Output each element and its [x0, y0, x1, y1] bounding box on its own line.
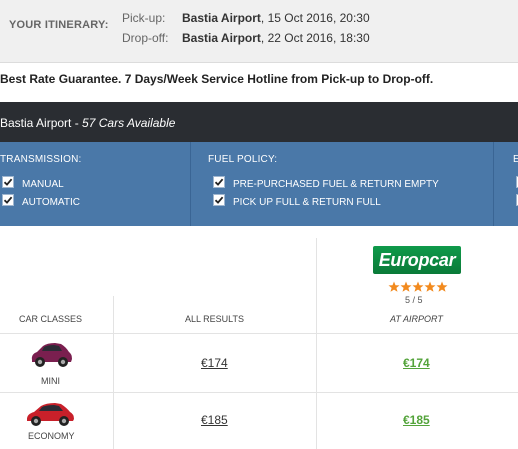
pickup-date: , 15 Oct 2016, 20:30 — [260, 11, 370, 25]
dropoff-date: , 22 Oct 2016, 18:30 — [260, 31, 370, 45]
transmission-title: TRANSMISSION: — [0, 154, 82, 165]
economy-car-icon[interactable] — [24, 399, 76, 429]
column-divider — [113, 296, 114, 449]
filter-label-full-to-full: PICK UP FULL & RETURN FULL — [233, 197, 381, 208]
price-all-mini[interactable]: €174 — [201, 356, 228, 370]
checkbox-prepurchased[interactable] — [213, 176, 225, 188]
pickup-row: Pick-up: Bastia Airport, 15 Oct 2016, 20:… — [122, 11, 370, 25]
car-class-economy: ECONOMY — [28, 431, 75, 441]
itinerary-label: YOUR ITINERARY: — [9, 19, 109, 31]
row-divider — [0, 392, 518, 393]
check-icon — [3, 178, 13, 186]
check-icon — [3, 196, 13, 204]
third-filter: E — [493, 142, 518, 226]
filter-label-prepurchased: PRE-PURCHASED FUEL & RETURN EMPTY — [233, 179, 439, 190]
pickup-key: Pick-up: — [122, 11, 166, 25]
location-name: Bastia Airport — [0, 116, 72, 130]
filter-label-automatic: AUTOMATIC — [22, 197, 80, 208]
location-separator: - — [71, 116, 83, 130]
pickup-location: Bastia Airport — [182, 11, 261, 25]
results-grid: Europcar 5 / 5 CAR CLASSES ALL RESULTS A… — [0, 226, 518, 449]
fuel-policy-filter: FUEL POLICY: PRE-PURCHASED FUEL & RETURN… — [190, 142, 494, 226]
location-summary: Bastia Airport - 57 Cars Available — [0, 116, 175, 130]
itinerary-bar: YOUR ITINERARY: Pick-up: Bastia Airport, … — [0, 0, 518, 63]
dropoff-location: Bastia Airport — [182, 31, 261, 45]
check-icon — [214, 196, 224, 204]
supplier-name: Europcar — [378, 249, 456, 270]
filter-panel: TRANSMISSION: MANUAL AUTOMATIC FUEL POLI… — [0, 142, 518, 226]
dropoff-key: Drop-off: — [122, 31, 169, 45]
rating-stars-icon — [388, 281, 448, 292]
check-icon — [214, 178, 224, 186]
fuel-policy-title: FUEL POLICY: — [208, 154, 278, 165]
filter-option-prepurchased[interactable]: PRE-PURCHASED FUEL & RETURN EMPTY — [213, 176, 439, 190]
car-class-mini: MINI — [41, 376, 60, 386]
column-header-car-classes: CAR CLASSES — [19, 314, 83, 324]
price-all-economy[interactable]: €185 — [201, 413, 228, 427]
mini-car-icon[interactable] — [28, 340, 74, 370]
cars-available-count: 57 Cars Available — [82, 116, 176, 130]
column-divider — [316, 238, 317, 449]
filter-option-manual[interactable]: MANUAL — [2, 176, 64, 190]
price-supplier-economy[interactable]: €185 — [403, 413, 430, 427]
checkbox-full-to-full[interactable] — [213, 194, 225, 206]
europcar-logo[interactable]: Europcar — [373, 246, 461, 274]
third-filter-title: E — [513, 154, 518, 165]
column-header-all-results[interactable]: ALL RESULTS — [185, 314, 244, 324]
location-header: Bastia Airport - 57 Cars Available — [0, 102, 518, 142]
row-divider — [0, 333, 518, 334]
checkbox-automatic[interactable] — [2, 194, 14, 206]
transmission-filter: TRANSMISSION: MANUAL AUTOMATIC — [0, 142, 190, 226]
dropoff-row: Drop-off: Bastia Airport, 22 Oct 2016, 18… — [122, 31, 370, 45]
price-supplier-mini[interactable]: €174 — [403, 356, 430, 370]
filter-option-full-to-full[interactable]: PICK UP FULL & RETURN FULL — [213, 194, 381, 208]
rate-guarantee-text: Best Rate Guarantee. 7 Days/Week Service… — [0, 72, 434, 86]
column-header-at-airport: AT AIRPORT — [390, 314, 443, 324]
filter-label-manual: MANUAL — [22, 179, 64, 190]
filter-option-automatic[interactable]: AUTOMATIC — [2, 194, 80, 208]
supplier-rating: 5 / 5 — [405, 295, 423, 305]
checkbox-manual[interactable] — [2, 176, 14, 188]
